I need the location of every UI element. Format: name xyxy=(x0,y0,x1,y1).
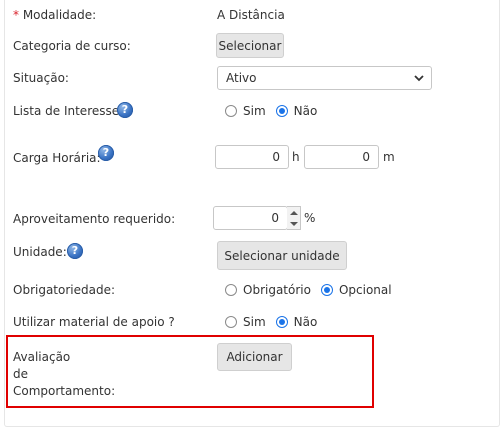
unidade-label: Unidade: xyxy=(13,245,67,259)
obrigatoriedade-label: Obrigatoriedade: xyxy=(13,283,116,297)
required-mark: * xyxy=(13,8,19,22)
situacao-label: Situação: xyxy=(13,71,69,85)
interesse-nao-label: Não xyxy=(293,104,318,118)
interesse-nao-radio[interactable] xyxy=(275,105,288,117)
obrigatorio-radio[interactable] xyxy=(225,284,237,296)
situacao-select[interactable]: Ativo xyxy=(217,66,432,90)
interesse-radio-group: Sim Não xyxy=(225,104,327,118)
adicionar-button[interactable]: Adicionar xyxy=(217,343,292,371)
spinner-down-icon[interactable] xyxy=(287,218,300,229)
categoria-label: Categoria de curso: xyxy=(13,39,131,53)
avaliacao-label-line-1: Avaliação xyxy=(13,350,71,364)
selecionar-categoria-button[interactable]: Selecionar xyxy=(216,33,284,58)
aproveitamento-input[interactable]: 0 xyxy=(213,206,288,230)
material-sim-label: Sim xyxy=(243,315,266,329)
help-icon[interactable]: ? xyxy=(98,145,114,161)
material-label: Utilizar material de apoio ? xyxy=(13,315,175,329)
situacao-selected-value: Ativo xyxy=(226,71,257,85)
material-nao-label: Não xyxy=(293,315,318,329)
aproveitamento-label: Aproveitamento requerido: xyxy=(13,212,176,226)
interesse-label: Lista de Interesse: xyxy=(13,104,124,118)
avaliacao-label: Avaliação de Comportamento: xyxy=(13,349,115,400)
obrigatorio-label: Obrigatório xyxy=(243,283,311,297)
obrigatoriedade-radio-group: Obrigatório Opcional xyxy=(225,283,402,297)
selecionar-unidade-button[interactable]: Selecionar unidade xyxy=(217,241,347,270)
avaliacao-label-line-2: de xyxy=(13,367,28,381)
interesse-sim-radio[interactable] xyxy=(225,105,237,117)
chevron-down-icon xyxy=(414,75,424,82)
modalidade-label: * Modalidade: xyxy=(13,8,96,22)
material-radio-group: Sim Não xyxy=(225,315,327,329)
carga-horas-input[interactable]: 0 xyxy=(215,145,289,169)
material-sim-radio[interactable] xyxy=(225,316,237,328)
percent-unit: % xyxy=(304,211,316,225)
modalidade-label-text: Modalidade: xyxy=(22,8,97,22)
avaliacao-label-line-3: Comportamento: xyxy=(13,384,116,398)
aproveitamento-spinner[interactable] xyxy=(287,206,301,230)
carga-minutos-input[interactable]: 0 xyxy=(304,145,379,169)
interesse-sim-label: Sim xyxy=(243,104,266,118)
help-icon[interactable]: ? xyxy=(117,102,133,118)
opcional-label: Opcional xyxy=(338,283,392,297)
minutos-unit: m xyxy=(383,150,395,164)
opcional-radio[interactable] xyxy=(320,284,333,296)
carga-label: Carga Horária: xyxy=(13,151,101,165)
spinner-up-icon[interactable] xyxy=(287,207,300,218)
help-icon[interactable]: ? xyxy=(67,243,83,259)
horas-unit: h xyxy=(292,150,300,164)
modalidade-value: A Distância xyxy=(217,8,285,22)
material-nao-radio[interactable] xyxy=(275,316,288,328)
